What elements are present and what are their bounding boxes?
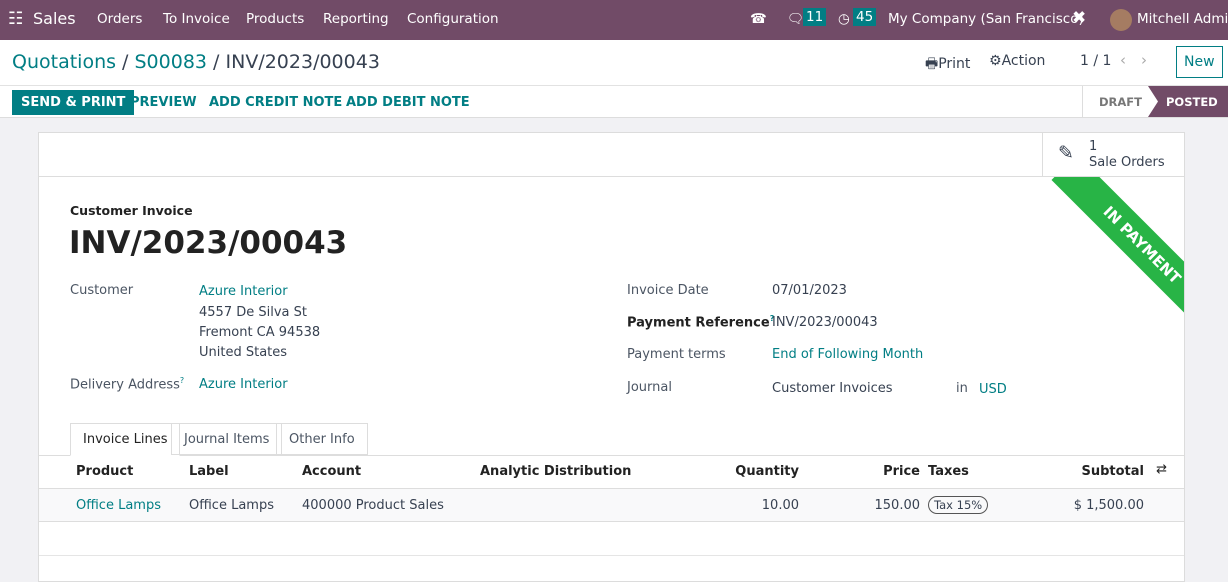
apps-menu-icon[interactable]: ☷ xyxy=(8,9,23,29)
delivery-address-link[interactable]: Azure Interior xyxy=(199,377,288,392)
invoice-date-field[interactable]: 07/01/2023 xyxy=(772,283,847,298)
address-line: United States xyxy=(199,345,288,360)
delivery-label: Delivery Address? xyxy=(70,376,185,393)
tax-tag: Tax 15% xyxy=(928,496,989,514)
pager-prev-icon[interactable]: ‹ xyxy=(1120,51,1126,69)
status-draft[interactable]: DRAFT xyxy=(1082,86,1148,117)
optional-columns-icon[interactable]: ⇄ xyxy=(1156,462,1167,477)
new-button[interactable]: New xyxy=(1176,46,1223,78)
breadcrumb: Quotations / S00083 / INV/2023/00043 xyxy=(12,51,380,73)
address-line: 4557 De Silva St xyxy=(199,305,307,320)
address-line: Fremont CA 94538 xyxy=(199,325,321,340)
tab-other-info[interactable]: Other Info xyxy=(276,423,368,455)
in-label: in xyxy=(956,381,968,396)
breadcrumb-order[interactable]: S00083 xyxy=(135,51,208,73)
debug-tools-icon[interactable]: ✖ xyxy=(1072,8,1086,28)
user-menu[interactable]: Mitchell Admin xyxy=(1137,11,1228,27)
activities-badge: 45 xyxy=(853,8,877,26)
customer-link[interactable]: Azure Interior xyxy=(199,284,288,299)
column-header[interactable]: Account xyxy=(302,464,361,479)
invoice-date-label: Invoice Date xyxy=(627,283,709,298)
activities-icon[interactable]: ◷ xyxy=(838,11,850,27)
table-row[interactable]: Office Lamps Office Lamps 400000 Product… xyxy=(39,488,1184,522)
column-header[interactable]: Analytic Distribution xyxy=(480,464,631,479)
column-header[interactable]: Taxes xyxy=(928,464,969,479)
payment-terms-field[interactable]: End of Following Month xyxy=(772,347,923,362)
pager-value[interactable]: 1 / 1 xyxy=(1080,53,1111,69)
tab-journal-items[interactable]: Journal Items xyxy=(171,423,283,455)
control-panel: Quotations / S00083 / INV/2023/00043 🖶Pr… xyxy=(0,40,1228,86)
invoice-type: Customer Invoice xyxy=(70,203,193,218)
add-credit-note-button[interactable]: ADD CREDIT NOTE xyxy=(209,95,342,110)
avatar[interactable] xyxy=(1110,9,1132,31)
column-header[interactable]: Quantity xyxy=(735,464,799,479)
payment-terms-label: Payment terms xyxy=(627,347,726,362)
edit-icon: ✎ xyxy=(1058,142,1074,164)
messages-badge: 11 xyxy=(803,8,827,26)
journal-label: Journal xyxy=(627,380,672,395)
column-header[interactable]: Product xyxy=(76,464,133,479)
menu-configuration[interactable]: Configuration xyxy=(407,11,499,27)
payment-reference-label: Payment Reference? xyxy=(627,314,775,331)
pager-next-icon[interactable]: › xyxy=(1141,51,1147,69)
status-posted: POSTED xyxy=(1148,86,1228,117)
button-bar: SEND & PRINT PREVIEW ADD CREDIT NOTE ADD… xyxy=(0,86,1228,118)
breadcrumb-quotations[interactable]: Quotations xyxy=(12,51,116,73)
company-switcher[interactable]: My Company (San Francisco) xyxy=(888,11,1084,27)
print-button[interactable]: 🖶Print xyxy=(925,53,970,77)
action-button[interactable]: ⚙Action xyxy=(989,53,1045,69)
sale-orders-smart-button[interactable]: ✎ 1 Sale Orders xyxy=(1042,133,1184,177)
top-navbar: ☷ Sales Orders To Invoice Products Repor… xyxy=(0,0,1228,40)
form-sheet: ✎ 1 Sale Orders IN PAYMENT Customer Invo… xyxy=(38,132,1185,582)
menu-reporting[interactable]: Reporting xyxy=(323,11,389,27)
invoice-number: INV/2023/00043 xyxy=(69,225,348,261)
send-print-button[interactable]: SEND & PRINT xyxy=(12,90,135,115)
breadcrumb-current: INV/2023/00043 xyxy=(225,51,380,73)
menu-to-invoice[interactable]: To Invoice xyxy=(163,11,230,27)
journal-field[interactable]: Customer Invoices xyxy=(772,381,893,396)
status-ribbon: IN PAYMENT xyxy=(1042,177,1184,319)
tab-invoice-lines[interactable]: Invoice Lines xyxy=(70,423,181,456)
print-icon: 🖶 xyxy=(925,56,939,72)
column-header[interactable]: Price xyxy=(883,464,920,479)
menu-orders[interactable]: Orders xyxy=(97,11,142,27)
messages-icon[interactable]: 🗨 xyxy=(787,11,804,27)
payment-reference-field[interactable]: INV/2023/00043 xyxy=(772,315,878,330)
currency-field[interactable]: USD xyxy=(979,382,1007,397)
menu-products[interactable]: Products xyxy=(246,11,304,27)
customer-label: Customer xyxy=(70,283,134,298)
column-header[interactable]: Subtotal xyxy=(1081,464,1144,479)
phone-icon[interactable]: ☎ xyxy=(750,11,767,27)
app-name[interactable]: Sales xyxy=(33,9,76,28)
gear-icon: ⚙ xyxy=(989,53,1002,69)
column-header[interactable]: Label xyxy=(189,464,229,479)
add-debit-note-button[interactable]: ADD DEBIT NOTE xyxy=(346,95,470,110)
preview-button[interactable]: PREVIEW xyxy=(130,95,197,110)
